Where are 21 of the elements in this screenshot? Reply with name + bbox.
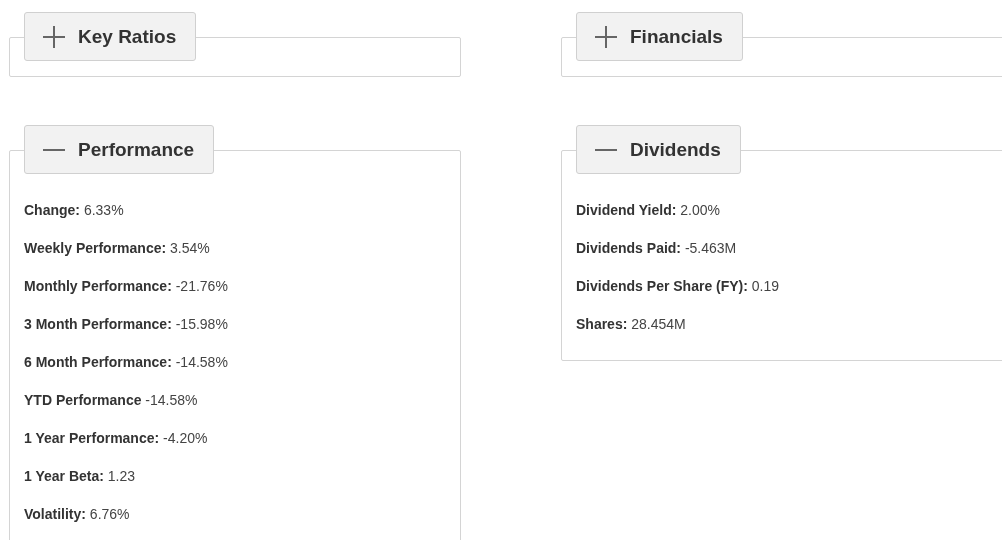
stat-line: Monthly Performance: -21.76%	[24, 278, 228, 294]
stat-line: Dividends Per Share (FY): 0.19	[576, 278, 780, 294]
minus-icon	[43, 148, 65, 151]
stat-line: 6 Month Performance: -14.58%	[24, 354, 228, 370]
stat-line: Dividend Yield: 2.00%	[576, 202, 721, 218]
plus-icon	[43, 25, 65, 48]
minus-icon	[595, 148, 617, 151]
section-toggle[interactable]: Performance	[24, 125, 215, 174]
section-toggle[interactable]: Key Ratios	[24, 12, 197, 61]
stat-line: Change: 6.33%	[24, 202, 125, 218]
stat-line: Weekly Performance: 3.54%	[24, 240, 211, 256]
stat-line: Shares: 28.454M	[576, 316, 687, 332]
section-toggle[interactable]: Financials	[576, 12, 743, 61]
section-toggle[interactable]: Dividends	[576, 125, 741, 174]
plus-icon	[595, 25, 617, 48]
stat-line: Volatility: 6.76%	[24, 506, 131, 522]
stat-line: 3 Month Performance: -15.98%	[24, 316, 228, 332]
stat-line: 1 Year Beta: 1.23	[24, 468, 137, 484]
stat-line: YTD Performance -14.58%	[24, 392, 199, 408]
stat-line: Dividends Paid: -5.463M	[576, 240, 738, 256]
stat-line: 1 Year Performance: -4.20%	[24, 430, 209, 446]
